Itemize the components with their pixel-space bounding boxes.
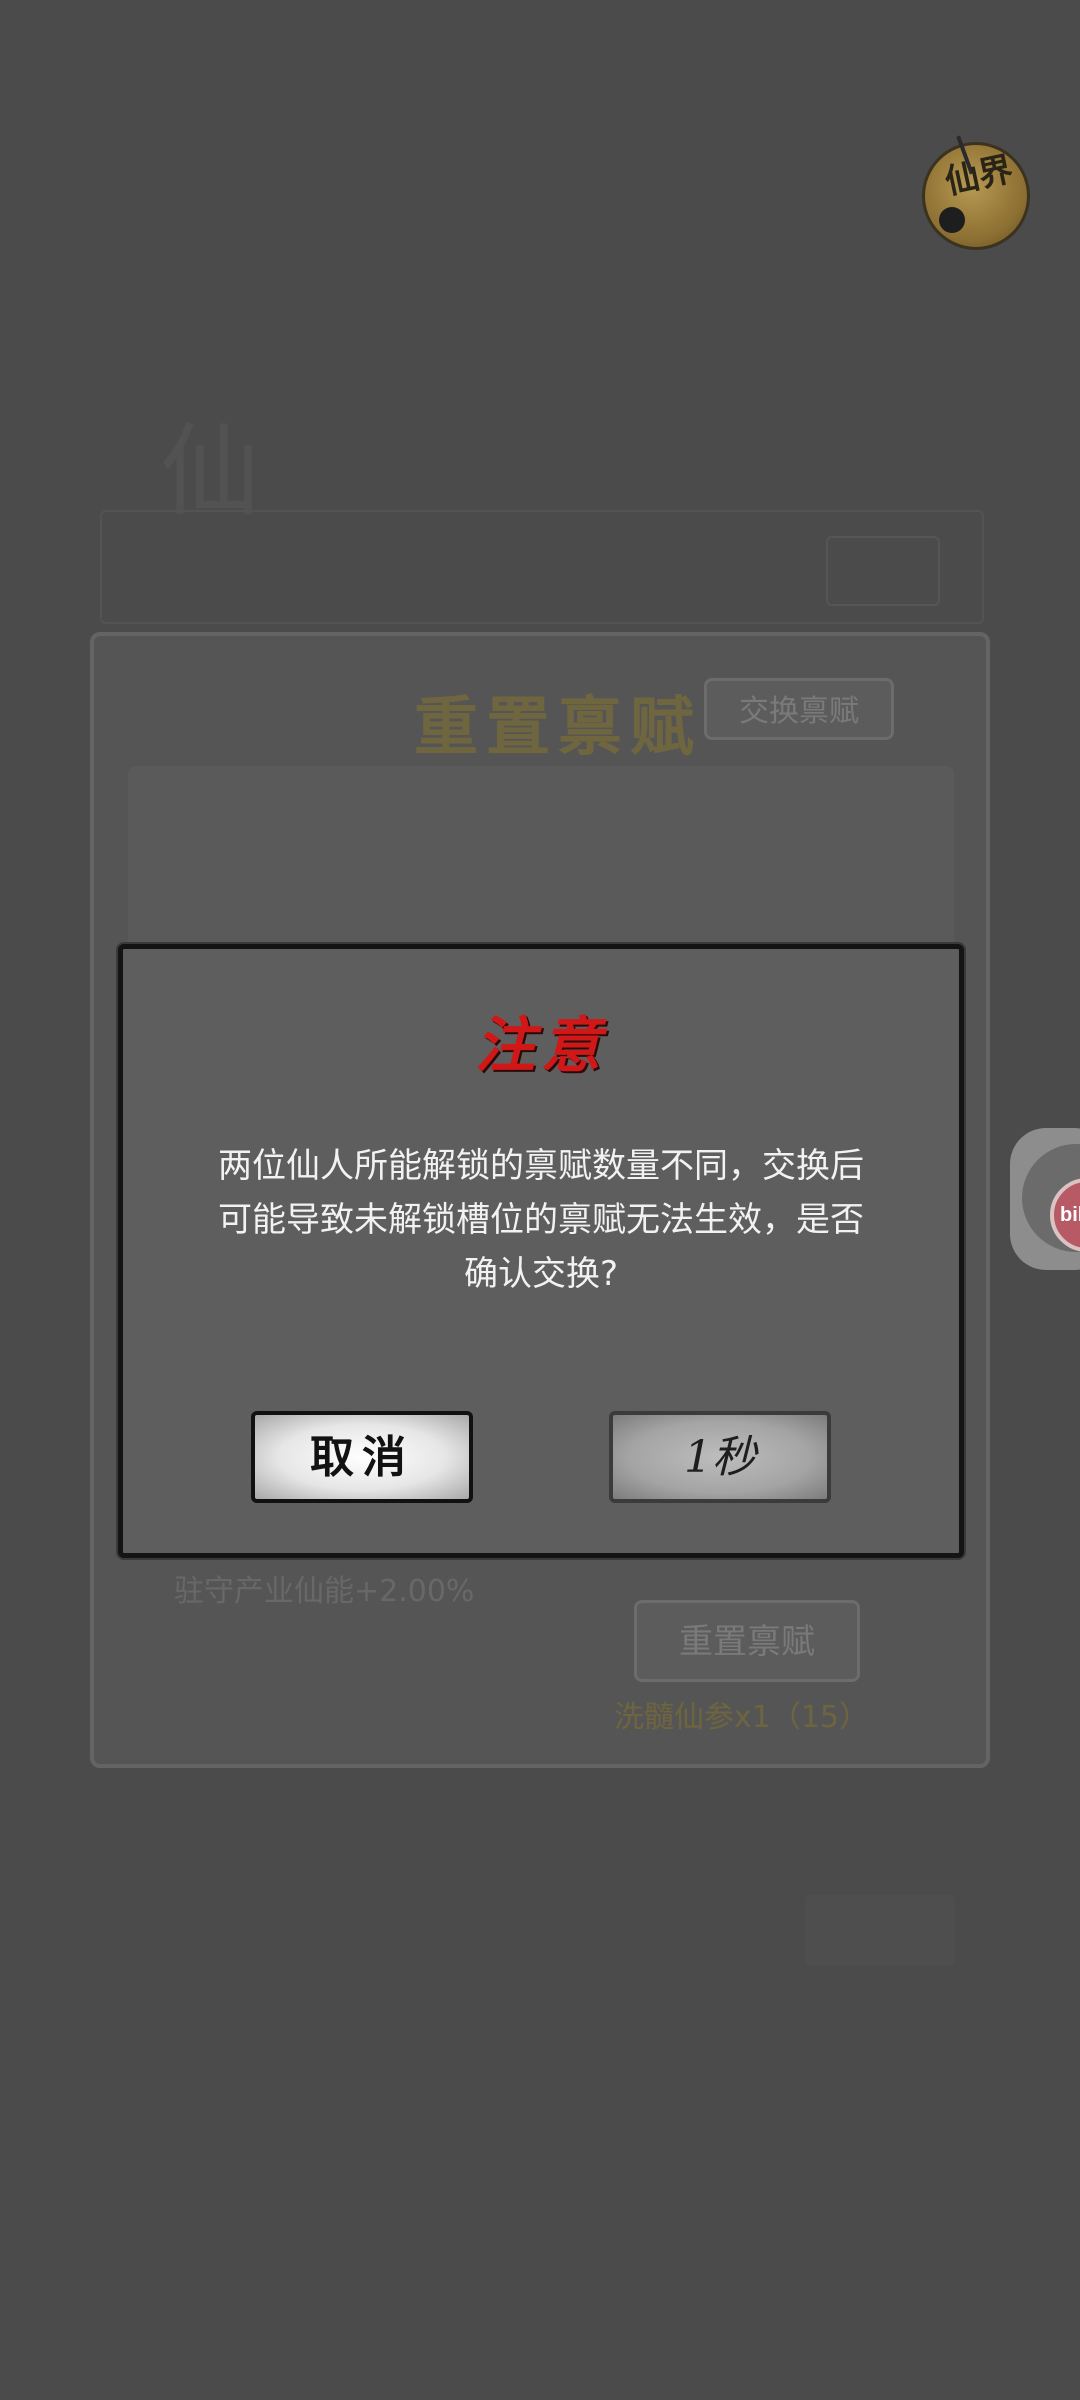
cancel-button[interactable]: 取消 xyxy=(251,1411,473,1503)
reset-talent-button[interactable]: 重置禀赋 xyxy=(634,1600,860,1682)
confirm-countdown-button[interactable]: 1秒 xyxy=(609,1411,831,1503)
dialog-title: 注意 xyxy=(475,1011,607,1081)
background-small-button xyxy=(805,1895,955,1965)
floating-widget-ring: bili xyxy=(1022,1144,1080,1252)
dialog-message-line-2: 可能导致未解锁槽位的禀赋无法生效，是否 xyxy=(218,1200,864,1240)
dialog-message: 两位仙人所能解锁的禀赋数量不同，交换后 可能导致未解锁槽位的禀赋无法生效，是否 … xyxy=(163,1139,919,1301)
dialog-message-line-3: 确认交换? xyxy=(463,1254,619,1294)
reset-cost-text: 洗髓仙参x1（15） xyxy=(614,1700,870,1735)
swap-talent-button[interactable]: 交换禀赋 xyxy=(704,678,894,740)
gourd-icon xyxy=(939,207,965,233)
screen: 仙 仙界 bili 重置禀赋 交换禀赋 驻守产业仙能+2.00% 重置禀赋 洗髓… xyxy=(0,0,1080,2400)
panel-title: 重置禀赋 xyxy=(414,690,702,765)
bilibili-logo-icon: bili xyxy=(1050,1178,1080,1252)
realm-badge-label: 仙界 xyxy=(941,149,1017,203)
background-button xyxy=(826,536,940,606)
confirm-swap-dialog: 注意 两位仙人所能解锁的禀赋数量不同，交换后 可能导致未解锁槽位的禀赋无法生效，… xyxy=(118,944,964,1558)
floating-side-widget[interactable]: bili xyxy=(1010,1128,1080,1270)
dialog-message-line-1: 两位仙人所能解锁的禀赋数量不同，交换后 xyxy=(218,1146,864,1186)
bonus-text: 驻守产业仙能+2.00% xyxy=(174,1574,475,1609)
immortal-realm-badge[interactable]: 仙界 xyxy=(922,135,1030,250)
